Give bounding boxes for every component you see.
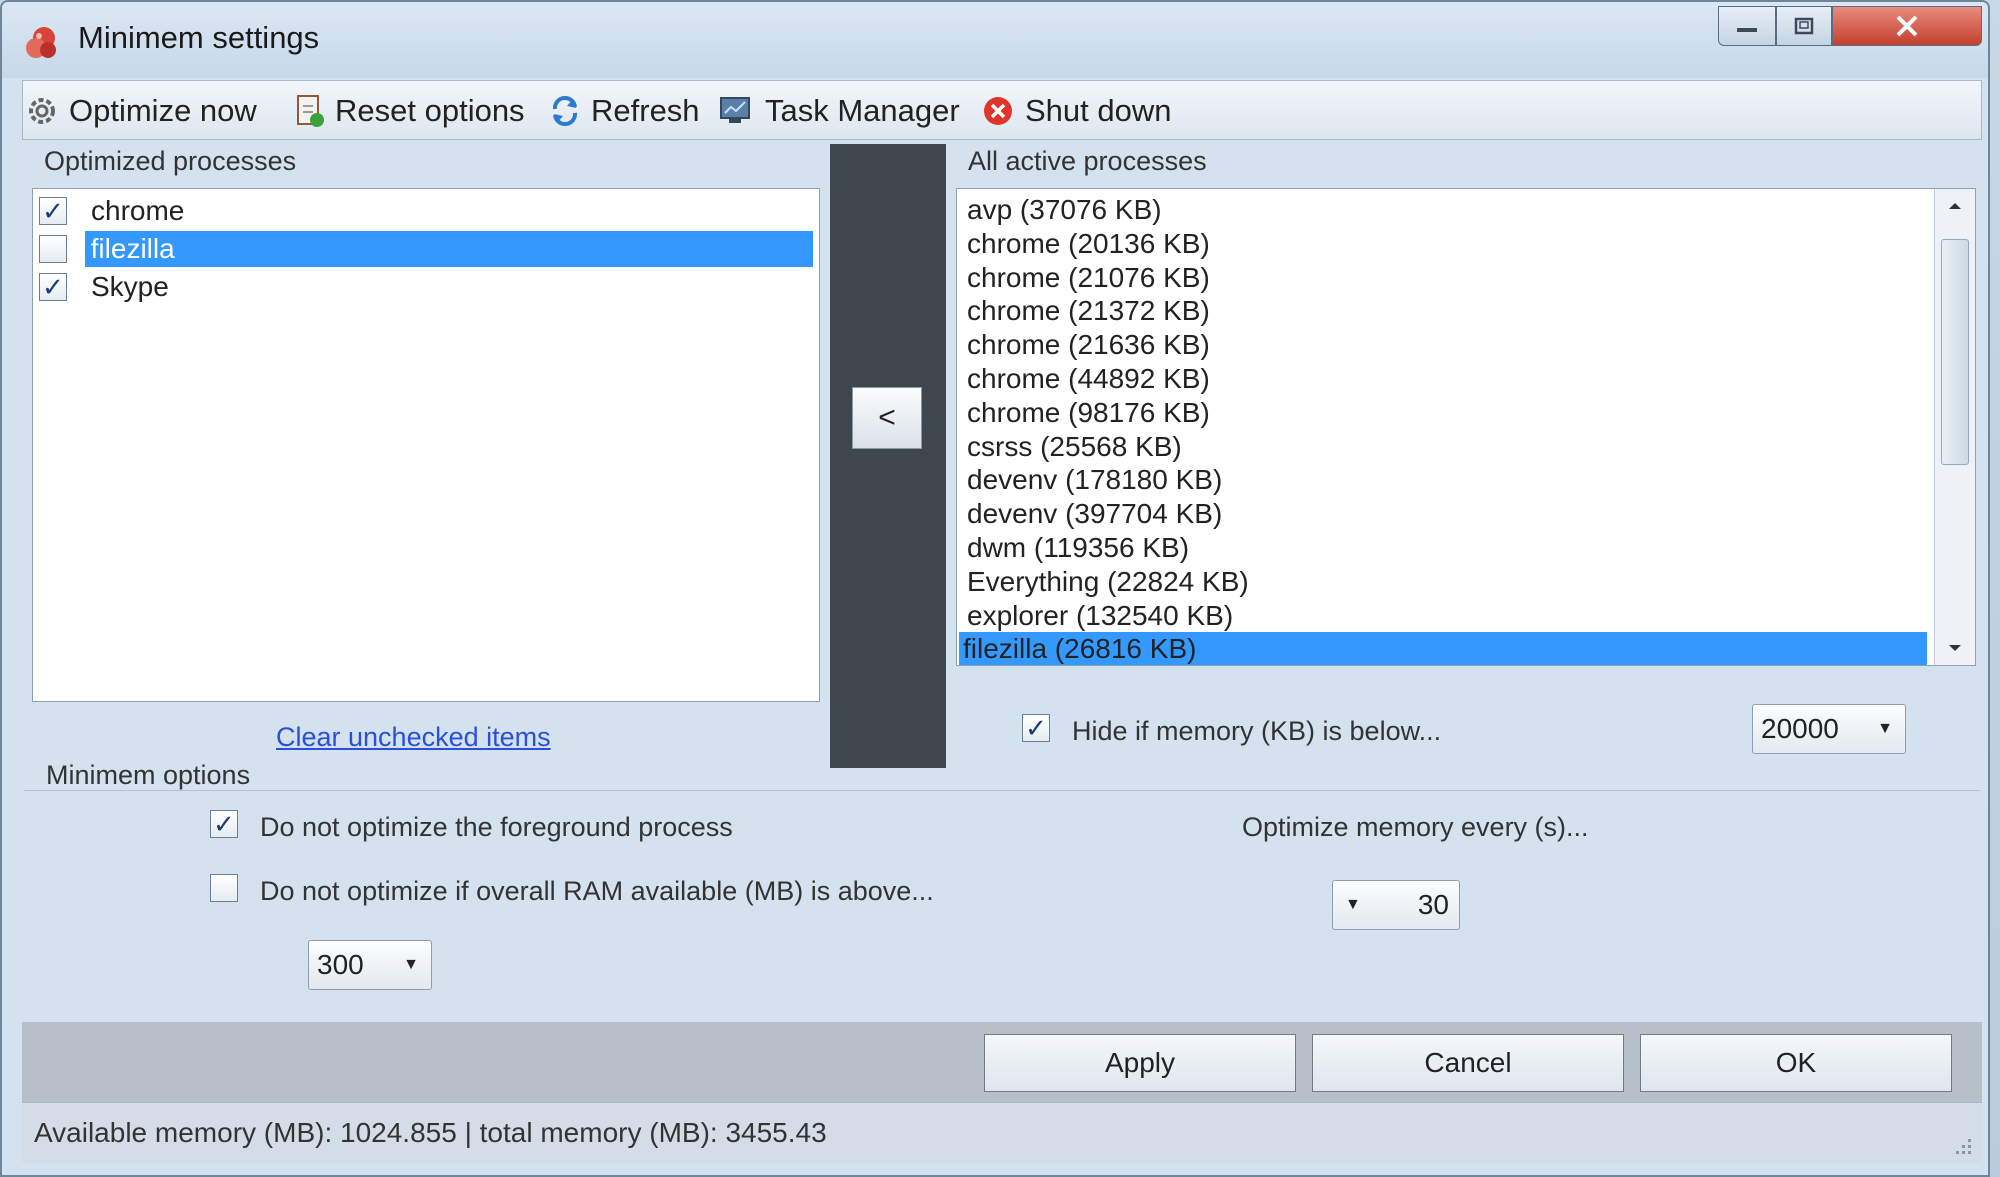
interval-label: Optimize memory every (s)... bbox=[1242, 812, 1589, 842]
status-bar: Available memory (MB): 1024.855 | total … bbox=[22, 1102, 1982, 1163]
check-mark-icon: ✓ bbox=[42, 272, 64, 302]
check-mark-icon: ✓ bbox=[42, 196, 64, 226]
dialog-button-bar: Apply Cancel OK bbox=[22, 1022, 1982, 1102]
chevron-down-icon: ▼ bbox=[1345, 896, 1361, 913]
task-manager-label: Task Manager bbox=[765, 93, 960, 128]
list-item[interactable]: dwm (119356 KB) bbox=[963, 531, 1193, 564]
shutdown-icon bbox=[984, 97, 1012, 125]
section-divider bbox=[24, 790, 1980, 791]
list-item[interactable]: Everything (22824 KB) bbox=[963, 565, 1253, 598]
checkbox[interactable] bbox=[39, 235, 67, 263]
list-item[interactable]: avp (37076 KB) bbox=[963, 193, 1166, 226]
window-title: Minimem settings bbox=[78, 20, 320, 55]
scrollbar[interactable] bbox=[1934, 189, 1975, 665]
checkbox[interactable]: ✓ bbox=[39, 273, 67, 301]
list-item[interactable]: chrome (21076 KB) bbox=[963, 261, 1214, 294]
cancel-button[interactable]: Cancel bbox=[1312, 1034, 1624, 1092]
reset-options-button[interactable]: Reset options bbox=[295, 91, 525, 131]
minimem-options-label: Minimem options bbox=[46, 760, 251, 790]
apply-button[interactable]: Apply bbox=[984, 1034, 1296, 1092]
optimize-now-label: Optimize now bbox=[69, 93, 257, 128]
all-active-processes-label: All active processes bbox=[968, 146, 1207, 176]
close-button[interactable] bbox=[1832, 6, 1982, 46]
close-icon bbox=[1896, 15, 1918, 37]
resize-grip-icon[interactable] bbox=[1950, 1133, 1974, 1157]
ram-threshold-value: 300 bbox=[317, 949, 364, 980]
list-item[interactable]: devenv (178180 KB) bbox=[963, 463, 1226, 496]
process-name: chrome bbox=[91, 195, 185, 226]
status-text: Available memory (MB): 1024.855 | total … bbox=[34, 1117, 827, 1149]
list-item[interactable]: ✓ Skype bbox=[39, 269, 175, 305]
maximize-button[interactable] bbox=[1776, 6, 1832, 46]
refresh-button[interactable]: Refresh bbox=[549, 91, 700, 131]
clear-unchecked-link[interactable]: Clear unchecked items bbox=[276, 722, 551, 753]
check-mark-icon: ✓ bbox=[213, 809, 235, 839]
refresh-label: Refresh bbox=[591, 93, 700, 128]
list-item[interactable]: filezilla bbox=[39, 231, 813, 267]
minimize-button[interactable] bbox=[1718, 6, 1776, 46]
scroll-down-icon[interactable] bbox=[1947, 643, 1963, 653]
gear-icon bbox=[29, 98, 55, 124]
transfer-panel: < bbox=[830, 144, 946, 768]
reset-icon bbox=[297, 95, 324, 127]
task-manager-icon bbox=[720, 97, 750, 123]
list-item[interactable]: explorer (132540 KB) bbox=[963, 599, 1237, 632]
settings-dialog: Minimem settings Optimize now Reset opti… bbox=[0, 0, 1990, 1177]
shut-down-label: Shut down bbox=[1025, 93, 1172, 128]
process-name: filezilla bbox=[84, 231, 813, 267]
add-to-optimized-button[interactable]: < bbox=[852, 387, 922, 449]
scrollbar-thumb[interactable] bbox=[1941, 239, 1969, 465]
foreground-checkbox[interactable]: ✓ bbox=[210, 810, 238, 838]
scroll-up-icon[interactable] bbox=[1947, 201, 1963, 211]
foreground-label: Do not optimize the foreground process bbox=[260, 812, 733, 842]
total-memory: total memory (MB): 3455.43 bbox=[479, 1117, 827, 1148]
list-item[interactable]: chrome (20136 KB) bbox=[963, 227, 1214, 260]
hide-memory-checkbox[interactable]: ✓ bbox=[1022, 714, 1050, 742]
active-processes-list[interactable]: avp (37076 KB) chrome (20136 KB) chrome (2… bbox=[956, 188, 1976, 666]
toolbar: Optimize now Reset options Refresh Task … bbox=[22, 80, 1982, 140]
task-manager-button[interactable]: Task Manager bbox=[719, 91, 960, 131]
ram-checkbox[interactable] bbox=[210, 874, 238, 902]
minimize-icon bbox=[1737, 28, 1757, 32]
app-icon bbox=[26, 27, 56, 58]
list-item[interactable]: filezilla (26816 KB) bbox=[959, 632, 1927, 665]
restore-icon bbox=[1794, 17, 1814, 35]
optimize-now-button[interactable]: Optimize now bbox=[25, 91, 257, 131]
available-memory: Available memory (MB): 1024.855 bbox=[34, 1117, 457, 1148]
process-name: Skype bbox=[91, 271, 169, 302]
hide-memory-label: Hide if memory (KB) is below... bbox=[1072, 716, 1442, 746]
list-item[interactable]: csrss (25568 KB) bbox=[963, 430, 1186, 463]
optimized-processes-list[interactable]: ✓ chrome filezilla ✓ Skype bbox=[32, 188, 820, 702]
interval-select[interactable]: ▼ 30 bbox=[1332, 880, 1460, 930]
optimized-processes-label: Optimized processes bbox=[44, 146, 297, 176]
hide-threshold-value: 20000 bbox=[1761, 713, 1839, 744]
hide-threshold-select[interactable]: 20000 ▼ bbox=[1752, 704, 1906, 754]
chevron-down-icon: ▼ bbox=[403, 956, 419, 973]
list-item[interactable]: chrome (98176 KB) bbox=[963, 396, 1214, 429]
list-item[interactable]: chrome (21636 KB) bbox=[963, 328, 1214, 361]
content-area: Optimized processes ✓ chrome filezilla ✓… bbox=[22, 142, 1982, 1022]
checkbox[interactable]: ✓ bbox=[39, 197, 67, 225]
interval-value: 30 bbox=[1417, 889, 1449, 920]
reset-options-label: Reset options bbox=[335, 93, 525, 128]
check-mark-icon: ✓ bbox=[1025, 713, 1047, 743]
ok-button[interactable]: OK bbox=[1640, 1034, 1952, 1092]
list-item[interactable]: ✓ chrome bbox=[39, 193, 190, 229]
refresh-icon bbox=[552, 96, 578, 126]
shut-down-button[interactable]: Shut down bbox=[981, 91, 1172, 131]
title-bar[interactable]: Minimem settings bbox=[2, 2, 1988, 78]
ram-threshold-select[interactable]: 300 ▼ bbox=[308, 940, 432, 990]
list-item[interactable]: chrome (44892 KB) bbox=[963, 362, 1214, 395]
ram-label: Do not optimize if overall RAM available… bbox=[260, 876, 934, 906]
list-item[interactable]: chrome (21372 KB) bbox=[963, 294, 1214, 327]
chevron-down-icon: ▼ bbox=[1877, 720, 1893, 737]
list-item[interactable]: devenv (397704 KB) bbox=[963, 497, 1226, 530]
status-separator: | bbox=[456, 1117, 480, 1148]
